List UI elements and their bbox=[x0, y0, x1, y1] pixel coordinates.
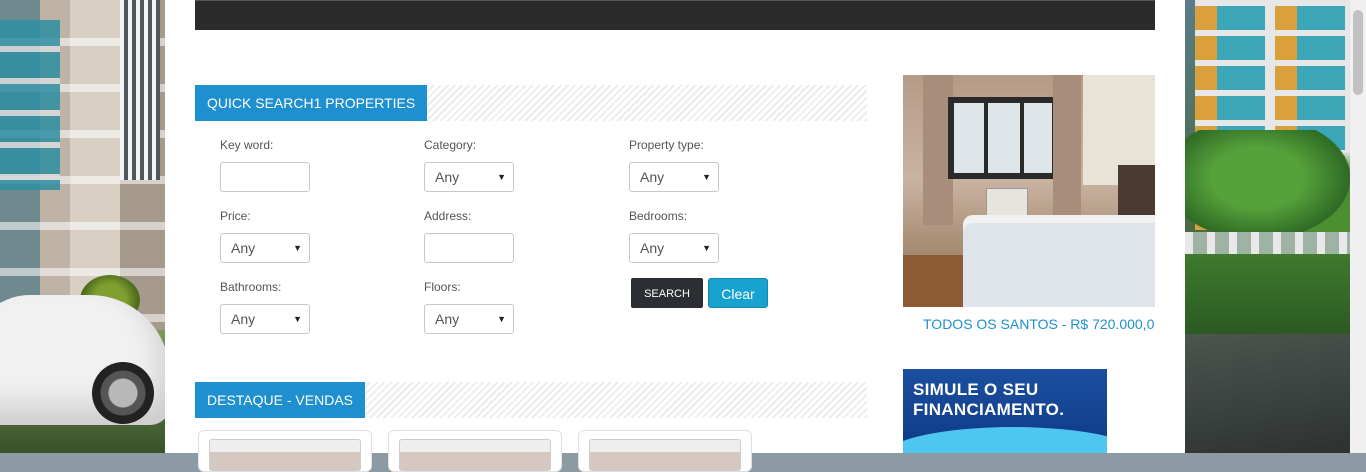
category-label: Category: bbox=[424, 138, 477, 152]
category-select-value: Any bbox=[435, 169, 460, 185]
bathrooms-select-value: Any bbox=[231, 311, 256, 327]
quick-search-header: QUICK SEARCH1 PROPERTIES bbox=[195, 85, 867, 121]
scrollbar-thumb[interactable] bbox=[1353, 10, 1363, 95]
featured-listing-card[interactable] bbox=[578, 430, 752, 472]
price-label: Price: bbox=[220, 209, 251, 223]
bedrooms-label: Bedrooms: bbox=[629, 209, 688, 223]
dropdown-arrow-icon: ▼ bbox=[702, 172, 711, 182]
dropdown-arrow-icon: ▼ bbox=[497, 172, 506, 182]
featured-sales-title: DESTAQUE - VENDAS bbox=[195, 382, 365, 418]
search-button[interactable]: SEARCH bbox=[631, 278, 703, 308]
featured-listing-card[interactable] bbox=[198, 430, 372, 472]
banner-line-2: FINANCIAMENTO. bbox=[913, 400, 1065, 419]
featured-property-link[interactable]: TODOS OS SANTOS - R$ 720.000,0 bbox=[923, 316, 1154, 332]
property-type-select-value: Any bbox=[640, 169, 665, 185]
background-image-right bbox=[1185, 0, 1366, 453]
price-select-value: Any bbox=[231, 240, 256, 256]
clear-button[interactable]: Clear bbox=[708, 278, 768, 308]
price-select[interactable]: Any ▼ bbox=[220, 233, 310, 263]
background-image-left bbox=[0, 0, 165, 453]
listing-thumbnail[interactable] bbox=[209, 439, 361, 471]
top-nav-bar bbox=[195, 0, 1155, 30]
dropdown-arrow-icon: ▼ bbox=[497, 314, 506, 324]
listing-thumbnail[interactable] bbox=[589, 439, 741, 471]
bedrooms-select-value: Any bbox=[640, 240, 665, 256]
listing-thumbnail[interactable] bbox=[399, 439, 551, 471]
bathrooms-select[interactable]: Any ▼ bbox=[220, 304, 310, 334]
main-content: QUICK SEARCH1 PROPERTIES Key word: Price… bbox=[165, 0, 1185, 472]
financing-banner[interactable]: SIMULE O SEU FINANCIAMENTO. bbox=[903, 369, 1107, 453]
keyword-input[interactable] bbox=[220, 162, 310, 192]
dropdown-arrow-icon: ▼ bbox=[293, 314, 302, 324]
page-scrollbar[interactable] bbox=[1350, 0, 1366, 453]
property-type-label: Property type: bbox=[629, 138, 704, 152]
quick-search-title: QUICK SEARCH1 PROPERTIES bbox=[195, 85, 428, 121]
bathrooms-label: Bathrooms: bbox=[220, 280, 282, 294]
dropdown-arrow-icon: ▼ bbox=[293, 243, 302, 253]
floors-select[interactable]: Any ▼ bbox=[424, 304, 514, 334]
featured-sales-header: DESTAQUE - VENDAS bbox=[195, 382, 867, 418]
address-label: Address: bbox=[424, 209, 472, 223]
keyword-label: Key word: bbox=[220, 138, 274, 152]
featured-property-photo[interactable] bbox=[903, 75, 1155, 307]
floors-select-value: Any bbox=[435, 311, 460, 327]
property-type-select[interactable]: Any ▼ bbox=[629, 162, 719, 192]
bedrooms-select[interactable]: Any ▼ bbox=[629, 233, 719, 263]
address-input[interactable] bbox=[424, 233, 514, 263]
featured-listing-card[interactable] bbox=[388, 430, 562, 472]
floors-label: Floors: bbox=[424, 280, 461, 294]
banner-line-1: SIMULE O SEU bbox=[913, 380, 1039, 399]
dropdown-arrow-icon: ▼ bbox=[702, 243, 711, 253]
category-select[interactable]: Any ▼ bbox=[424, 162, 514, 192]
